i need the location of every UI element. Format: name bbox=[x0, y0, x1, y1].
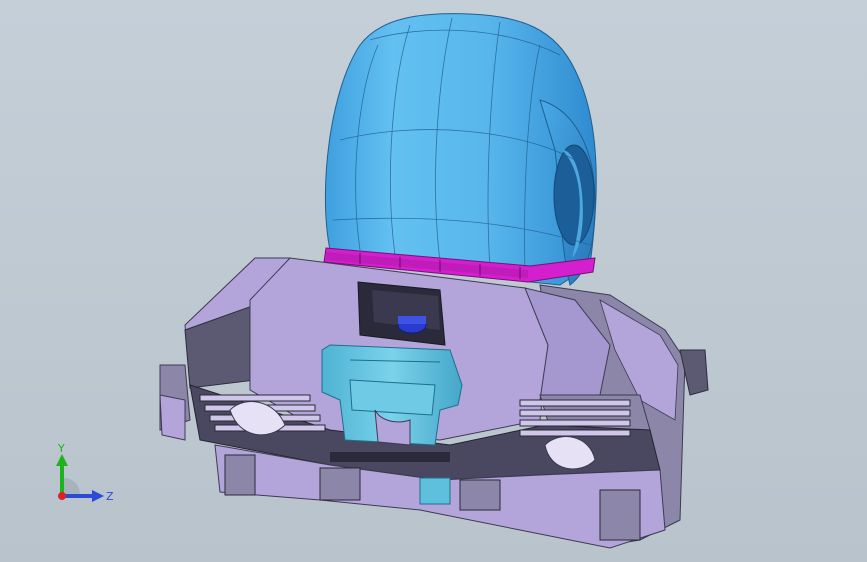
coordinate-triad: Y Z bbox=[56, 442, 114, 503]
z-axis-label: Z bbox=[106, 490, 114, 503]
y-axis-label: Y bbox=[57, 442, 65, 455]
origin-dot bbox=[58, 492, 66, 500]
model-viewport[interactable]: Y Z bbox=[0, 0, 867, 562]
3d-model[interactable] bbox=[0, 0, 867, 562]
caster-wheel[interactable] bbox=[324, 13, 597, 286]
